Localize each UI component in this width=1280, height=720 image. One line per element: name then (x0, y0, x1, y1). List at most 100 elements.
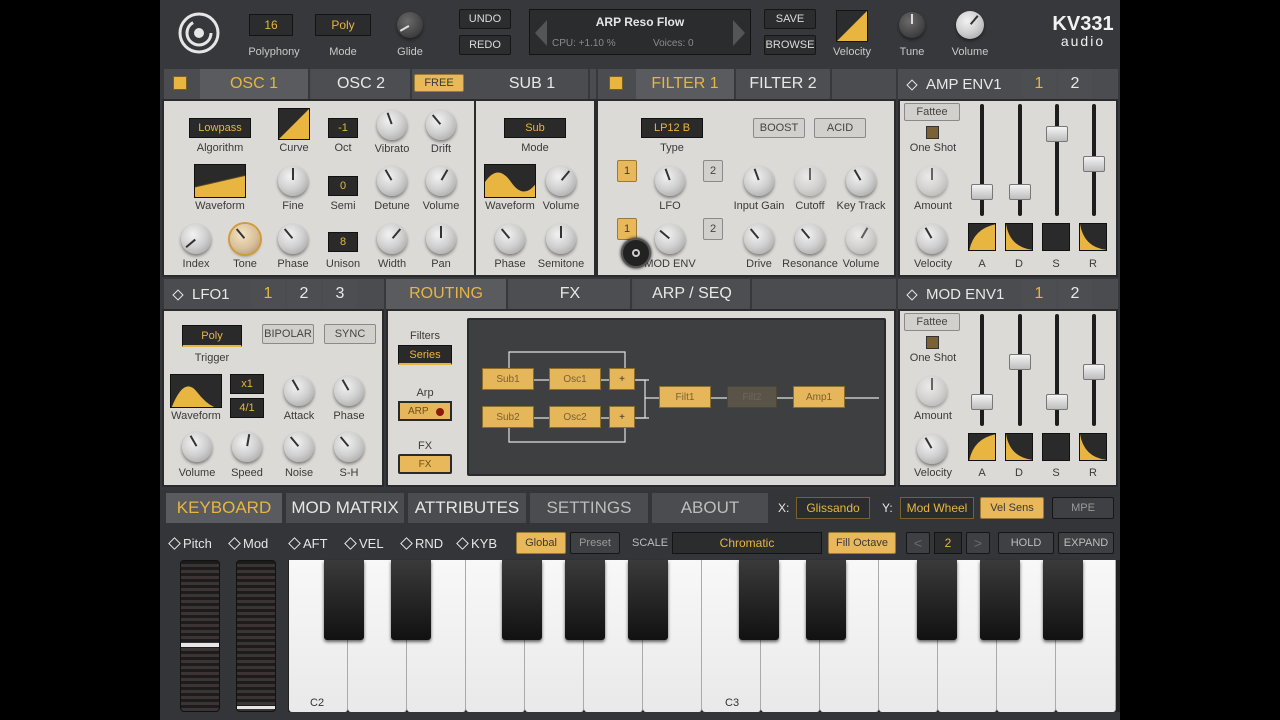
routing-plus-1[interactable]: + (609, 368, 635, 390)
tab-keyboard[interactable]: KEYBOARD (166, 493, 282, 523)
key-track-knob[interactable] (846, 166, 876, 196)
amp-velocity-knob[interactable] (917, 224, 947, 254)
preset-display[interactable]: ARP Reso Flow CPU: +1.10 % Voices: 0 (529, 9, 751, 55)
tab-routing[interactable]: ROUTING (386, 279, 508, 309)
fader-cap[interactable] (1046, 394, 1068, 410)
mod-rnd[interactable]: RND (400, 536, 443, 551)
pitch-wheel[interactable] (180, 560, 220, 712)
routing-block-osc2[interactable]: Osc2 (549, 406, 601, 428)
lfo-multiplier[interactable]: x1 (230, 374, 264, 394)
lfo-attack-knob[interactable] (284, 376, 314, 406)
filter-modenv-knob[interactable] (655, 224, 685, 254)
phase-knob[interactable] (278, 224, 308, 254)
amp-release-fader[interactable] (1083, 104, 1105, 216)
tab-about[interactable]: ABOUT (652, 493, 768, 523)
tab-attributes[interactable]: ATTRIBUTES (408, 493, 526, 523)
mod-kyb[interactable]: KYB (456, 536, 497, 551)
index-knob[interactable] (181, 224, 211, 254)
amp-attack-fader[interactable] (971, 104, 993, 216)
redo-button[interactable]: REDO (459, 35, 511, 55)
velocity-curve-icon[interactable] (836, 10, 868, 42)
tab-settings[interactable]: SETTINGS (530, 493, 648, 523)
glide-knob[interactable] (397, 12, 423, 38)
routing-block-sub1[interactable]: Sub1 (482, 368, 534, 390)
tab-osc1[interactable]: OSC 1 (200, 69, 310, 99)
lfo-tab-3[interactable]: 3 (323, 280, 357, 308)
waveform-display[interactable] (194, 164, 246, 198)
mod-decay-curve[interactable] (1005, 433, 1033, 461)
vibrato-knob[interactable] (377, 110, 407, 140)
lfo-phase-knob[interactable] (334, 376, 364, 406)
mod-velocity-knob[interactable] (917, 434, 947, 464)
free-button[interactable]: FREE (414, 74, 464, 92)
filter-type-select[interactable]: LP12 B (641, 118, 703, 138)
tab-mod-matrix[interactable]: MOD MATRIX (286, 493, 404, 523)
routing-block-sub2[interactable]: Sub2 (482, 406, 534, 428)
detune-knob[interactable] (377, 166, 407, 196)
mod-env-2[interactable]: 2 (1058, 280, 1092, 308)
mod-attack-curve[interactable] (968, 433, 996, 461)
y-axis-select[interactable]: Mod Wheel (900, 497, 974, 519)
black-key[interactable] (324, 560, 364, 640)
amp-attack-curve[interactable] (968, 223, 996, 251)
boost-button[interactable]: BOOST (753, 118, 805, 138)
black-key[interactable] (739, 560, 779, 640)
fader-cap[interactable] (1083, 156, 1105, 172)
routing-block-filt2[interactable]: Filt2 (727, 386, 777, 408)
mod-attack-fader[interactable] (971, 314, 993, 426)
sync-button[interactable]: SYNC (324, 324, 376, 344)
black-key[interactable] (502, 560, 542, 640)
lfo-speed-knob[interactable] (232, 432, 262, 462)
routing-block-osc1[interactable]: Osc1 (549, 368, 601, 390)
filter-lfo-knob[interactable] (655, 166, 685, 196)
unison-display[interactable]: 8 (328, 232, 358, 252)
amp-sustain-curve[interactable] (1042, 223, 1070, 251)
lfo-select-1[interactable]: 1 (617, 160, 637, 182)
tab-arp-seq[interactable]: ARP / SEQ (634, 279, 752, 309)
input-gain-knob[interactable] (744, 166, 774, 196)
lfo-volume-knob[interactable] (182, 432, 212, 462)
fader-cap[interactable] (1083, 364, 1105, 380)
mod-amount-knob[interactable] (917, 376, 947, 406)
amp-release-curve[interactable] (1079, 223, 1107, 251)
amp-decay-fader[interactable] (1009, 104, 1031, 216)
modenv-select-1[interactable]: 1 (617, 218, 637, 240)
mode-display[interactable]: Poly (315, 14, 371, 36)
bipolar-button[interactable]: BIPOLAR (262, 324, 314, 344)
curve-icon[interactable] (278, 108, 310, 140)
fader-cap[interactable] (971, 394, 993, 410)
algorithm-select[interactable]: Lowpass (189, 118, 251, 138)
sub-waveform-display[interactable] (484, 164, 536, 198)
black-key[interactable] (565, 560, 605, 640)
fader-cap[interactable] (971, 184, 993, 200)
preset-button[interactable]: Preset (570, 532, 620, 554)
mod-fattee-button[interactable]: Fattee (904, 313, 960, 331)
lfo-noise-knob[interactable] (284, 432, 314, 462)
expand-button[interactable]: EXPAND (1058, 532, 1114, 554)
arp-toggle[interactable]: ARP (398, 401, 452, 421)
lfo-tab-2[interactable]: 2 (287, 280, 321, 308)
tab-filter1[interactable]: FILTER 1 (636, 69, 736, 99)
sub-semitone-knob[interactable] (546, 224, 576, 254)
cutoff-knob[interactable] (795, 166, 825, 196)
black-key[interactable] (917, 560, 957, 640)
fx-toggle[interactable]: FX (398, 454, 452, 474)
tab-fx[interactable]: FX (510, 279, 632, 309)
hold-button[interactable]: HOLD (998, 532, 1054, 554)
octave-down-button[interactable]: < (906, 532, 930, 554)
black-key[interactable] (628, 560, 668, 640)
tab-sub1[interactable]: SUB 1 (476, 69, 590, 99)
lfo-division[interactable]: 4/1 (230, 398, 264, 418)
tab-osc2[interactable]: OSC 2 (312, 69, 412, 99)
mod-release-curve[interactable] (1079, 433, 1107, 461)
amp-sustain-fader[interactable] (1046, 104, 1068, 216)
routing-block-filt1[interactable]: Filt1 (659, 386, 711, 408)
mod-mod[interactable]: Mod (228, 536, 268, 551)
amp-env-1[interactable]: 1 (1022, 70, 1056, 98)
routing-block-amp1[interactable]: Amp1 (793, 386, 845, 408)
mod-env-1[interactable]: 1 (1022, 280, 1056, 308)
vel-sens-button[interactable]: Vel Sens (980, 497, 1044, 519)
fader-cap[interactable] (1009, 184, 1031, 200)
mod-decay-fader[interactable] (1009, 314, 1031, 426)
mpe-button[interactable]: MPE (1052, 497, 1114, 519)
